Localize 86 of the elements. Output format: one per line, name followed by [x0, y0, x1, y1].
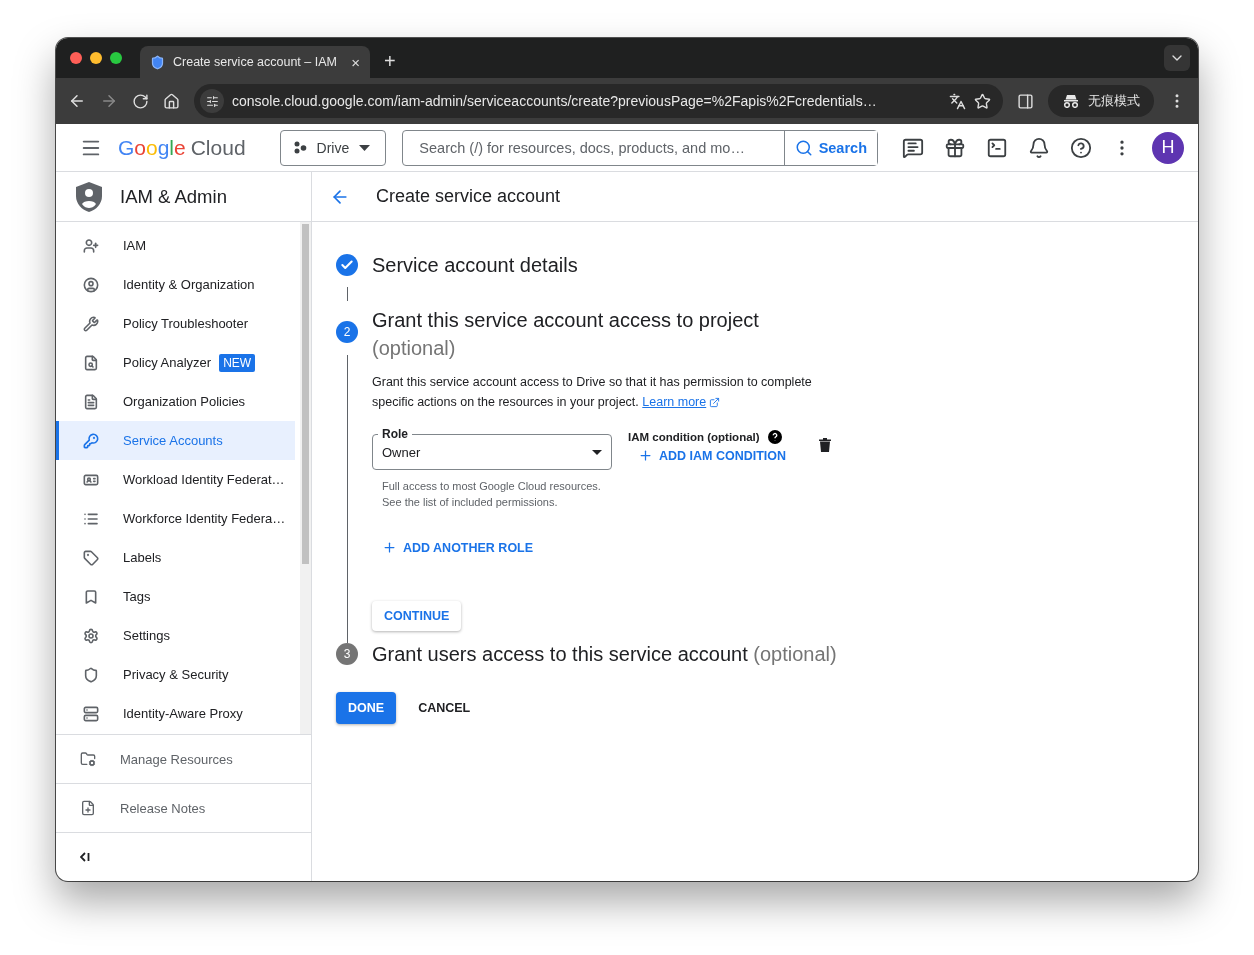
role-select[interactable]: Role Owner	[372, 426, 612, 470]
reload-icon[interactable]	[132, 92, 149, 110]
role-hint: Full access to most Google Cloud resources. See the list of included permissions.	[382, 479, 602, 510]
search-field[interactable]: Search (/) for resources, docs, products, and mo… Search	[402, 129, 878, 166]
section-title: IAM & Admin	[120, 185, 227, 208]
incognito-icon	[1062, 94, 1080, 108]
shield-person-icon	[76, 181, 102, 212]
help-icon[interactable]	[1070, 136, 1092, 159]
folder-gear-icon	[80, 751, 96, 767]
sidebar-link[interactable]: Manage Resources	[56, 734, 311, 783]
chat-icon[interactable]	[902, 136, 924, 159]
sidebar-item[interactable]: Identity & Organization	[56, 265, 295, 304]
browser-tab[interactable]: Create service account – IAM ×	[140, 46, 370, 78]
new-tab-button[interactable]: +	[384, 50, 396, 73]
plus-icon	[638, 448, 653, 463]
plus-icon	[382, 540, 397, 555]
shield-icon	[150, 54, 165, 70]
step-number: 2	[336, 321, 358, 343]
sidebar-item[interactable]: Identity-Aware Proxy	[56, 694, 295, 733]
sidebar-item[interactable]: Settings	[56, 616, 295, 655]
sidebar-item[interactable]: Tags	[56, 577, 295, 616]
step-title: Grant users access to this service account (optional)	[372, 642, 837, 667]
external-link-icon	[709, 396, 721, 408]
step-title: Service account details	[372, 253, 578, 278]
continue-button[interactable]: CONTINUE	[372, 601, 462, 631]
learn-more-link[interactable]: Learn more	[642, 392, 721, 412]
sidebar-item[interactable]: Service Accounts	[56, 421, 295, 460]
sidebar-item[interactable]: Policy Analyzer NEW	[56, 343, 295, 382]
step-description: Grant this service account access to Drive so that it has permission to complete specific actions on the resources in your project. Learn more	[372, 372, 842, 412]
shield-icon	[83, 666, 99, 683]
sidebar-item[interactable]: Policy Troubleshooter	[56, 304, 295, 343]
gift-icon[interactable]	[944, 136, 966, 159]
sidebar-item[interactable]: Workforce Identity Federa…	[56, 499, 295, 538]
help-icon[interactable]	[767, 430, 782, 444]
add-role-button[interactable]: ADD ANOTHER ROLE	[372, 536, 544, 559]
collapse-icon[interactable]	[80, 852, 90, 862]
sidebar-item[interactable]: Workload Identity Federat…	[56, 460, 295, 499]
scrollbar[interactable]	[300, 222, 311, 734]
caret-icon	[359, 144, 371, 151]
sidebar-link[interactable]: Release Notes	[56, 783, 311, 832]
avatar[interactable]: H	[1152, 131, 1184, 164]
side-panel-icon[interactable]	[1017, 92, 1034, 110]
maximize-window-button[interactable]	[110, 52, 122, 64]
home-icon[interactable]	[163, 92, 180, 110]
person-icon	[83, 276, 99, 293]
document-search-icon	[83, 354, 99, 371]
minimize-window-button[interactable]	[90, 52, 102, 64]
gear-icon	[83, 627, 99, 644]
tab-list-button[interactable]	[1164, 45, 1190, 71]
page-title: Create service account	[376, 186, 561, 207]
sidebar-item[interactable]: Privacy & Security	[56, 655, 295, 694]
done-button[interactable]: DONE	[336, 692, 397, 724]
star-icon[interactable]	[974, 92, 991, 110]
bell-icon[interactable]	[1028, 136, 1050, 159]
key-icon	[83, 432, 99, 449]
delete-icon[interactable]	[819, 438, 831, 452]
tab-title: Create service account – IAM	[173, 55, 338, 69]
sliders-icon	[205, 94, 219, 108]
server-icon	[83, 705, 99, 722]
sidebar-item[interactable]: Organization Policies	[56, 382, 295, 421]
condition-label: IAM condition (optional)	[628, 431, 760, 443]
close-window-button[interactable]	[70, 52, 82, 64]
new-badge: NEW	[219, 353, 256, 372]
terminal-icon[interactable]	[986, 136, 1008, 159]
wrench-icon	[83, 315, 99, 332]
search-icon	[794, 138, 813, 157]
sidebar-item[interactable]: IAM	[56, 226, 295, 265]
project-icon	[292, 140, 307, 155]
back-icon[interactable]	[68, 92, 86, 110]
close-tab-button[interactable]: ×	[351, 53, 360, 71]
add-condition-button[interactable]: ADD IAM CONDITION	[628, 444, 797, 467]
cancel-button[interactable]: CANCEL	[408, 692, 481, 724]
step-title: Grant this service account access to project (optional)	[372, 308, 760, 361]
person-add-icon	[83, 237, 99, 254]
incognito-button[interactable]: 无痕模式	[1048, 85, 1154, 117]
search-button[interactable]: Search	[783, 130, 877, 165]
sidebar-item[interactable]: Labels	[56, 538, 295, 577]
logo[interactable]: Google Cloud	[117, 135, 246, 160]
project-picker[interactable]: Drive	[279, 129, 387, 166]
step-number: 3	[336, 643, 358, 665]
document-plus-icon	[80, 800, 96, 816]
translate-icon[interactable]	[949, 92, 966, 110]
document-icon	[83, 393, 99, 410]
caret-icon	[592, 449, 602, 455]
site-settings-button[interactable]	[200, 89, 224, 113]
forward-icon[interactable]	[100, 92, 118, 110]
